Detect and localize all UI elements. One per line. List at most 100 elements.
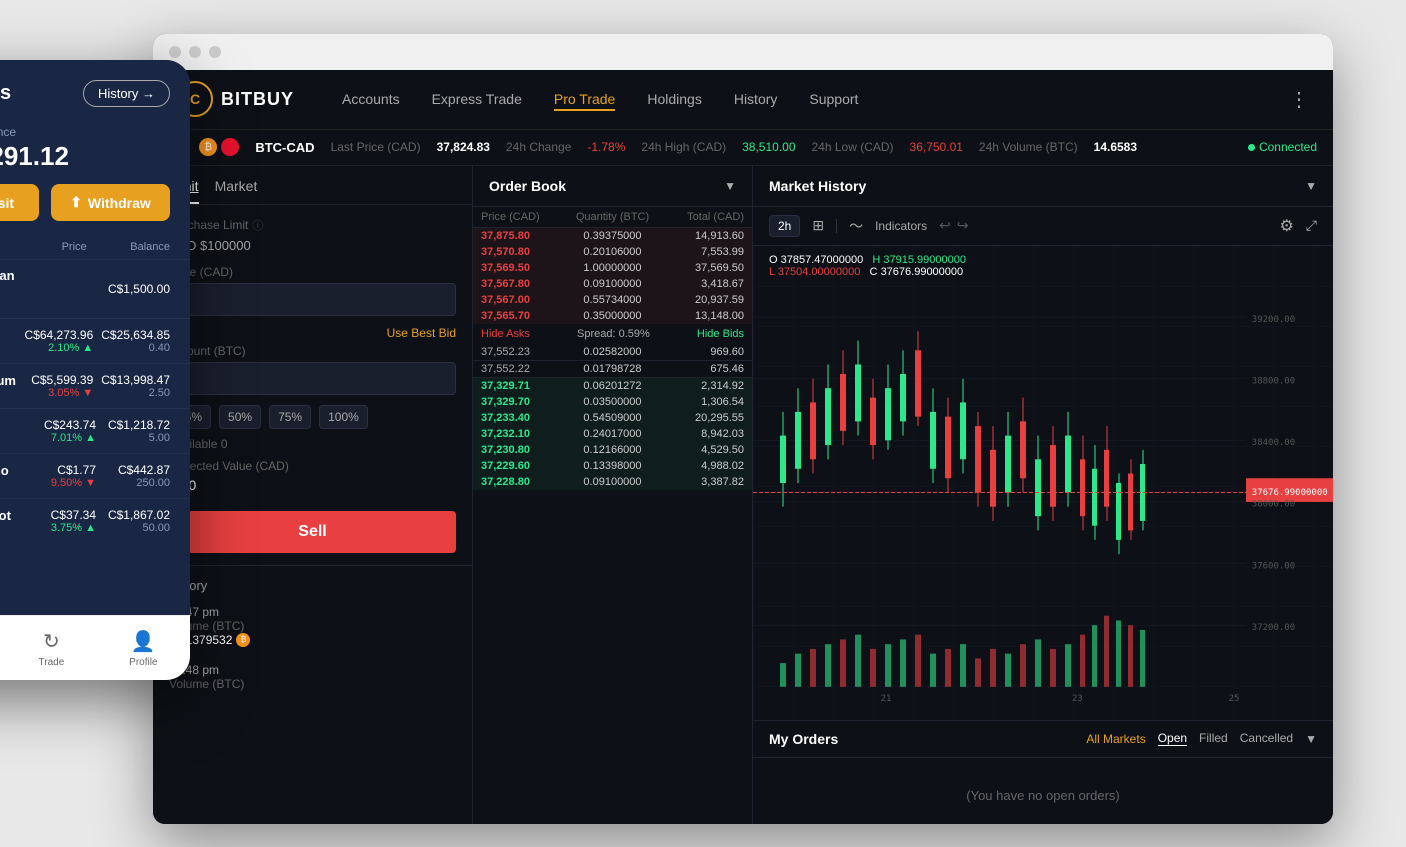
limit-market-tabs: Limit Market	[153, 166, 472, 205]
nav-history[interactable]: History	[734, 87, 778, 111]
fullscreen-icon[interactable]: ⤢	[1306, 217, 1317, 234]
amount-btc-row: Use Best Bid Amount (BTC)	[169, 326, 456, 395]
date-tick-1: 23	[1072, 694, 1083, 704]
asset-ada: ₳ Cardano ADA C$1.77 9.50% ▼ C$442.87 25…	[0, 453, 190, 498]
withdraw-icon: ⬆	[70, 194, 82, 211]
tab-market[interactable]: Market	[215, 178, 258, 204]
available-text: Available 0	[169, 437, 456, 451]
ask-rows: 37,875.80 0.39375000 14,913.60 37,570.80…	[473, 228, 752, 324]
ask-row-1: 37,570.80 0.20106000 7,553.99	[473, 244, 752, 260]
cad-name: Canadian Dollars	[0, 268, 22, 298]
nav-support[interactable]: Support	[809, 87, 858, 111]
mobile-history-button[interactable]: History →	[83, 80, 170, 107]
amount-btc-input[interactable]	[169, 362, 456, 395]
bid-total-3: 8,942.03	[656, 428, 744, 440]
ask-qty-5: 0.35000000	[569, 310, 657, 322]
tab-cancelled[interactable]: Cancelled	[1240, 731, 1293, 746]
tab-filled[interactable]: Filled	[1199, 731, 1228, 746]
nav-holdings[interactable]: Holdings	[647, 87, 701, 111]
pct-50-btn[interactable]: 50%	[219, 405, 261, 429]
nav-accounts[interactable]: Accounts	[342, 87, 400, 111]
chart-type-icon[interactable]: ⊞	[812, 217, 824, 234]
tab-open[interactable]: Open	[1158, 731, 1187, 746]
eth-symbol: ETH	[0, 388, 21, 400]
nav-express-trade[interactable]: Express Trade	[432, 87, 522, 111]
ticker-pair[interactable]: BTC-CAD	[255, 140, 314, 155]
wave-icon[interactable]: 〜	[849, 216, 863, 236]
withdraw-button[interactable]: ⬆ Withdraw	[51, 184, 170, 221]
sell-button[interactable]: Sell	[169, 511, 456, 553]
my-orders-chevron-icon[interactable]: ▼	[1305, 732, 1317, 746]
redo-icon[interactable]: ↪	[957, 217, 969, 234]
time-2h-btn[interactable]: 2h	[769, 215, 800, 237]
balance-amount: C$74,291.12	[0, 141, 170, 172]
use-best-bid-link[interactable]: Use Best Bid	[169, 326, 456, 340]
mobile-nav-trade[interactable]: ↻ Trade	[39, 629, 65, 668]
nav-more-icon[interactable]: ⋮	[1289, 87, 1309, 112]
ask-price-2: 37,569.50	[481, 262, 569, 274]
order-book-column-headers: Price (CAD) Quantity (BTC) Total (CAD)	[473, 207, 752, 228]
price-cad-input[interactable]	[169, 283, 456, 316]
spread-qty-1: 0.01798728	[569, 363, 657, 375]
order-history-label: history	[153, 565, 472, 597]
pct-100-btn[interactable]: 100%	[319, 405, 368, 429]
date-tick-2: 25	[1229, 694, 1240, 704]
sol-name-group: Solana SOL	[0, 418, 22, 445]
current-price-label: 37676.99000000	[1252, 487, 1328, 497]
ada-price-group: C$1.77 9.50% ▼	[30, 463, 96, 489]
change-value: -1.78%	[587, 140, 625, 154]
deposit-button[interactable]: ⬇ Deposit	[0, 184, 39, 221]
ohlc-o-value: 37857.47000000	[781, 254, 864, 266]
spread-qty-0: 0.02582000	[569, 346, 657, 358]
order-book-chevron-icon[interactable]: ▼	[724, 179, 736, 193]
cad-name-group: Canadian Dollars CAD	[0, 268, 22, 310]
ohlc-overlay: O 37857.47000000 H 37915.99000000 L 3750…	[769, 254, 966, 278]
bid-qty-2: 0.54509000	[569, 412, 657, 424]
mobile-bottom-nav: ⌂ Accounts ↻ Trade 👤 Profile	[0, 615, 190, 680]
purchase-limit-label: Purchase Limit ⓘ	[169, 217, 456, 233]
ohlc-l-value: 37504.00000000	[778, 266, 861, 278]
dot-change: 3.75% ▲	[30, 522, 96, 534]
market-filter-btn[interactable]: All Markets	[1086, 732, 1145, 746]
price-cad-label: Price (CAD)	[169, 265, 456, 279]
undo-icon[interactable]: ↩	[939, 217, 951, 234]
dot-name-group: Polkadot DOT	[0, 508, 22, 535]
pct-75-btn[interactable]: 75%	[269, 405, 311, 429]
market-history-title: Market History	[769, 178, 866, 194]
logo-text: BITBUY	[221, 89, 294, 110]
history-volume-label-1: Volume (BTC)	[169, 677, 456, 691]
ask-qty-3: 0.09100000	[569, 278, 657, 290]
price-tick-2: 38400.00	[1252, 438, 1295, 448]
low-value: 36,750.01	[910, 140, 963, 154]
low-label: 24h Low (CAD)	[812, 140, 894, 154]
history-volume-val-0: 0.01379532 ₿	[169, 633, 456, 647]
dot-name: Polkadot	[0, 508, 22, 523]
cad-balance: C$1,500.00	[104, 282, 170, 296]
info-icon: ⓘ	[252, 217, 263, 233]
btc-change: 2.10% ▲	[25, 342, 94, 354]
eth-price: C$5,599.39	[29, 373, 94, 387]
ask-qty-1: 0.20106000	[569, 246, 657, 258]
spread-total-1: 675.46	[656, 363, 744, 375]
indicators-btn[interactable]: Indicators	[875, 219, 927, 233]
bid-row-1: 37,329.70 0.03500000 1,306.54	[473, 394, 752, 410]
mobile-header: Accounts History →	[0, 60, 190, 117]
order-book-panel: Order Book ▼ Price (CAD) Quantity (BTC) …	[473, 166, 753, 824]
eth-price-group: C$5,599.39 3.05% ▼	[29, 373, 94, 399]
spread-total-0: 969.60	[656, 346, 744, 358]
connected-text: Connected	[1259, 140, 1317, 154]
deposit-label: Deposit	[0, 195, 14, 211]
eth-qty: 2.50	[101, 387, 170, 399]
ohlc-c-value: 37676.99000000	[881, 266, 964, 278]
settings-icon[interactable]: ⚙	[1279, 216, 1293, 236]
ask-qty-4: 0.55734000	[569, 294, 657, 306]
spread-row-0: 37,552.23 0.02582000 969.60	[473, 344, 752, 361]
hide-bids-btn[interactable]: Hide Bids	[697, 328, 744, 340]
hide-asks-btn[interactable]: Hide Asks	[481, 328, 530, 340]
mobile-nav-profile[interactable]: 👤 Profile	[129, 629, 157, 668]
sol-balance-group: C$1,218.72 5.00	[104, 418, 170, 444]
sol-change: 7.01% ▲	[30, 432, 96, 444]
market-history-chevron-icon[interactable]: ▼	[1305, 179, 1317, 193]
nav-pro-trade[interactable]: Pro Trade	[554, 87, 615, 111]
bid-rows: 37,329.71 0.06201272 2,314.92 37,329.70 …	[473, 378, 752, 490]
